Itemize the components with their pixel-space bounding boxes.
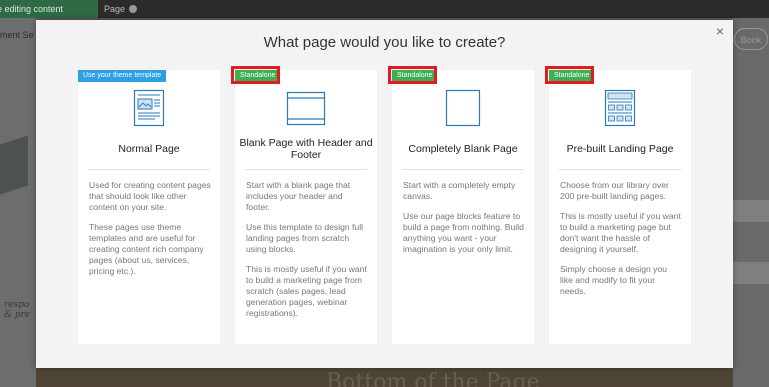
card-description: Used for creating content pages that sho… xyxy=(89,180,211,286)
card-description-paragraph: Start with a completely empty canvas. xyxy=(403,180,516,201)
card-title: Pre-built Landing Page xyxy=(566,143,674,155)
card-description: Start with a completely empty canvas. Us… xyxy=(403,180,525,264)
card-description: Start with a blank page that includes yo… xyxy=(246,180,368,328)
badge-highlight-box xyxy=(231,66,280,84)
left-editor-panel xyxy=(0,18,36,387)
create-page-modal: What page would you like to create? × Us… xyxy=(36,20,733,368)
badge-highlight-box xyxy=(388,66,437,84)
card-title: Blank Page with Header and Footer xyxy=(239,137,373,161)
card-prebuilt-landing[interactable]: Standalone Pre-built Landing Page Choose… xyxy=(545,66,691,344)
normal-page-icon xyxy=(78,88,220,128)
bottom-heading: Bottom of the Page xyxy=(326,370,540,387)
close-icon[interactable]: × xyxy=(713,24,727,38)
page-preview-bottom: Bottom of the Page xyxy=(36,368,733,387)
card-description-paragraph: Choose from our library over 200 pre-bui… xyxy=(560,180,669,201)
card-divider xyxy=(88,169,210,170)
card-divider xyxy=(559,169,681,170)
book-button[interactable]: Book xyxy=(734,28,768,50)
header-footer-page-icon xyxy=(235,88,377,128)
landing-page-icon xyxy=(549,88,691,128)
left-panel-graphic xyxy=(0,135,28,195)
card-description: Choose from our library over 200 pre-bui… xyxy=(560,180,682,306)
card-description-paragraph: Used for creating content pages that sho… xyxy=(89,180,211,212)
editing-content-tab[interactable]: re editing content xyxy=(0,0,98,18)
card-description-paragraph: These pages use theme templates and are … xyxy=(89,222,204,276)
card-title: Normal Page xyxy=(118,143,180,155)
card-divider xyxy=(402,169,524,170)
card-divider xyxy=(245,169,367,170)
left-panel-label: ment Se xyxy=(0,30,34,40)
card-title: Completely Blank Page xyxy=(408,143,518,155)
card-description-paragraph: Use our page blocks feature to build a p… xyxy=(403,211,524,254)
card-completely-blank[interactable]: Standalone Completely Blank Page Start w… xyxy=(388,66,534,344)
card-description-paragraph: Use this template to design full landing… xyxy=(246,222,364,254)
gear-icon xyxy=(129,5,138,13)
card-description-paragraph: Start with a blank page that includes yo… xyxy=(246,180,351,212)
card-description-paragraph: Simply choose a design you like and modi… xyxy=(560,264,668,296)
left-panel-script-text: respo & pre xyxy=(4,300,31,320)
right-panel-row xyxy=(733,200,769,222)
badge-highlight-box xyxy=(545,66,594,84)
page-tab[interactable]: Page xyxy=(98,0,218,18)
card-blank-header-footer[interactable]: Standalone Blank Page with Header and Fo… xyxy=(231,66,377,344)
theme-template-badge: Use your theme template xyxy=(78,70,167,82)
right-panel-row xyxy=(733,262,769,284)
card-normal-page[interactable]: Use your theme template Normal Page Used… xyxy=(78,70,220,344)
blank-page-icon xyxy=(392,88,534,128)
card-description-paragraph: This is mostly useful if you want to bui… xyxy=(246,264,367,318)
modal-title: What page would you like to create? xyxy=(263,34,506,51)
card-description-paragraph: This is mostly useful if you want to bui… xyxy=(560,211,681,254)
